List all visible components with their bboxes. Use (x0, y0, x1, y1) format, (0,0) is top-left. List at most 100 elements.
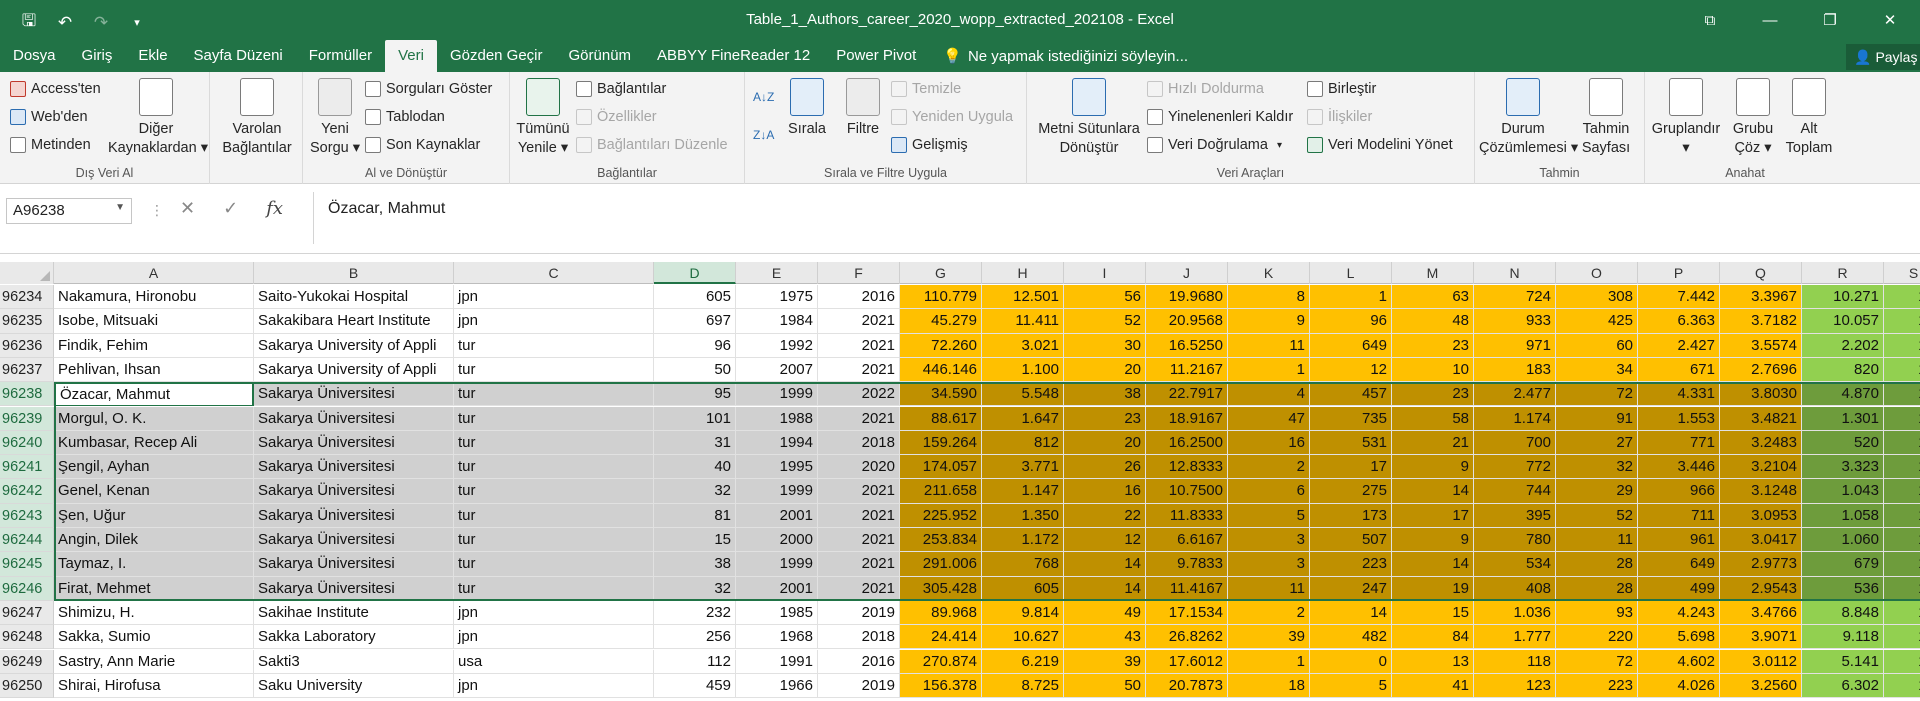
cell-f96250[interactable]: 2019 (818, 673, 900, 699)
tab-abbyy-finereader-12[interactable]: ABBYY FineReader 12 (644, 40, 823, 72)
cell-e96250[interactable]: 1966 (736, 673, 818, 699)
cell-b96239[interactable]: Sakarya Üniversitesi (254, 406, 454, 431)
cell-m96235[interactable]: 48 (1392, 309, 1474, 334)
cell-j96240[interactable]: 16.2500 (1146, 430, 1228, 456)
cell-h96247[interactable]: 9.814 (982, 600, 1064, 626)
cell-l96239[interactable]: 735 (1310, 406, 1392, 431)
tab-dosya[interactable]: Dosya (0, 40, 69, 72)
cell-q96243[interactable]: 3.0953 (1720, 503, 1802, 528)
enter-icon[interactable]: ✓ (223, 198, 238, 219)
cell-f96242[interactable]: 2021 (818, 479, 900, 504)
cell-a96249[interactable]: Sastry, Ann Marie (54, 649, 254, 674)
manage-data-model-button[interactable]: Veri Modelini Yönet (1307, 134, 1453, 156)
cell-k96235[interactable]: 9 (1228, 309, 1310, 334)
cell-g96240[interactable]: 159.264 (900, 430, 982, 456)
cell-e96244[interactable]: 2000 (736, 528, 818, 553)
filter-button[interactable]: Filtre (837, 78, 889, 139)
cell-h96243[interactable]: 1.350 (982, 503, 1064, 528)
cell-j96245[interactable]: 9.7833 (1146, 552, 1228, 577)
cell-s96235[interactable]: 1.2 (1884, 309, 1920, 334)
cell-q96235[interactable]: 3.7182 (1720, 309, 1802, 334)
text-to-columns-button[interactable]: Metni Sütunlara Dönüştür (1031, 78, 1147, 158)
cell-p96238[interactable]: 4.331 (1638, 382, 1720, 407)
cell-d96249[interactable]: 112 (654, 649, 736, 674)
cell-e96238[interactable]: 1999 (736, 382, 818, 407)
cell-g96243[interactable]: 225.952 (900, 503, 982, 528)
cell-e96248[interactable]: 1968 (736, 625, 818, 650)
cell-b96237[interactable]: Sakarya University of Appli (254, 357, 454, 383)
cell-n96235[interactable]: 933 (1474, 309, 1556, 334)
cell-g96236[interactable]: 72.260 (900, 333, 982, 358)
cell-k96238[interactable]: 4 (1228, 382, 1310, 407)
cell-j96241[interactable]: 12.8333 (1146, 455, 1228, 480)
cell-f96236[interactable]: 2021 (818, 333, 900, 358)
cell-d96248[interactable]: 256 (654, 625, 736, 650)
cell-h96249[interactable]: 6.219 (982, 649, 1064, 674)
select-all-corner[interactable] (0, 262, 54, 284)
tab-giri-[interactable]: Giriş (69, 40, 126, 72)
cell-d96242[interactable]: 32 (654, 479, 736, 504)
cell-o96239[interactable]: 91 (1556, 406, 1638, 431)
cell-c96250[interactable]: jpn (454, 673, 654, 699)
cell-p96234[interactable]: 7.442 (1638, 285, 1720, 310)
cell-j96239[interactable]: 18.9167 (1146, 406, 1228, 431)
cell-a96248[interactable]: Sakka, Sumio (54, 625, 254, 650)
cell-l96240[interactable]: 531 (1310, 430, 1392, 456)
cell-g96247[interactable]: 89.968 (900, 600, 982, 626)
cell-k96243[interactable]: 5 (1228, 503, 1310, 528)
cell-j96247[interactable]: 17.1534 (1146, 600, 1228, 626)
cell-q96248[interactable]: 3.9071 (1720, 625, 1802, 650)
cell-d96241[interactable]: 40 (654, 455, 736, 480)
column-header-f[interactable]: F (818, 262, 900, 284)
cell-r96235[interactable]: 10.057 (1802, 309, 1884, 334)
cell-q96249[interactable]: 3.0112 (1720, 649, 1802, 674)
cell-h96237[interactable]: 1.100 (982, 357, 1064, 383)
cell-q96242[interactable]: 3.1248 (1720, 479, 1802, 504)
cell-n96238[interactable]: 2.477 (1474, 382, 1556, 407)
cell-n96250[interactable]: 123 (1474, 673, 1556, 699)
cell-l96243[interactable]: 173 (1310, 503, 1392, 528)
cell-r96238[interactable]: 4.870 (1802, 382, 1884, 407)
cell-k96239[interactable]: 47 (1228, 406, 1310, 431)
cell-b96241[interactable]: Sakarya Üniversitesi (254, 455, 454, 480)
row-header[interactable]: 96244 (0, 528, 54, 553)
cell-j96243[interactable]: 11.8333 (1146, 503, 1228, 528)
cell-n96245[interactable]: 534 (1474, 552, 1556, 577)
cell-a96246[interactable]: Firat, Mehmet (54, 576, 254, 601)
cell-i96239[interactable]: 23 (1064, 406, 1146, 431)
cell-q96237[interactable]: 2.7696 (1720, 357, 1802, 383)
cell-m96234[interactable]: 63 (1392, 285, 1474, 310)
column-header-e[interactable]: E (736, 262, 818, 284)
cell-p96246[interactable]: 499 (1638, 576, 1720, 601)
cell-i96243[interactable]: 22 (1064, 503, 1146, 528)
cell-l96236[interactable]: 649 (1310, 333, 1392, 358)
cell-g96250[interactable]: 156.378 (900, 673, 982, 699)
cell-a96245[interactable]: Taymaz, I. (54, 552, 254, 577)
row-header[interactable]: 96239 (0, 406, 54, 431)
cell-i96240[interactable]: 20 (1064, 430, 1146, 456)
cell-h96234[interactable]: 12.501 (982, 285, 1064, 310)
save-icon[interactable]: 🖫 (18, 8, 40, 37)
cell-o96243[interactable]: 52 (1556, 503, 1638, 528)
cell-n96239[interactable]: 1.174 (1474, 406, 1556, 431)
active-cell-value[interactable]: Özacar, Mahmut (56, 383, 252, 406)
cell-c96235[interactable]: jpn (454, 309, 654, 334)
cell-b96240[interactable]: Sakarya Üniversitesi (254, 430, 454, 456)
cell-d96238[interactable]: 95 (654, 382, 736, 407)
cell-b96243[interactable]: Sakarya Üniversitesi (254, 503, 454, 528)
cell-p96248[interactable]: 5.698 (1638, 625, 1720, 650)
share-button[interactable]: 👤 Paylaş (1846, 44, 1920, 70)
cell-i96247[interactable]: 49 (1064, 600, 1146, 626)
tab-ekle[interactable]: Ekle (125, 40, 180, 72)
cell-p96250[interactable]: 4.026 (1638, 673, 1720, 699)
cell-n96237[interactable]: 183 (1474, 357, 1556, 383)
cell-c96249[interactable]: usa (454, 649, 654, 674)
cell-d96245[interactable]: 38 (654, 552, 736, 577)
cell-e96242[interactable]: 1999 (736, 479, 818, 504)
row-header[interactable]: 96250 (0, 673, 54, 699)
close-icon[interactable]: ✕ (1860, 0, 1920, 40)
cell-a96242[interactable]: Genel, Kenan (54, 479, 254, 504)
column-header-d[interactable]: D (654, 262, 736, 284)
cell-o96236[interactable]: 60 (1556, 333, 1638, 358)
tab-power-pivot[interactable]: Power Pivot (823, 40, 929, 72)
